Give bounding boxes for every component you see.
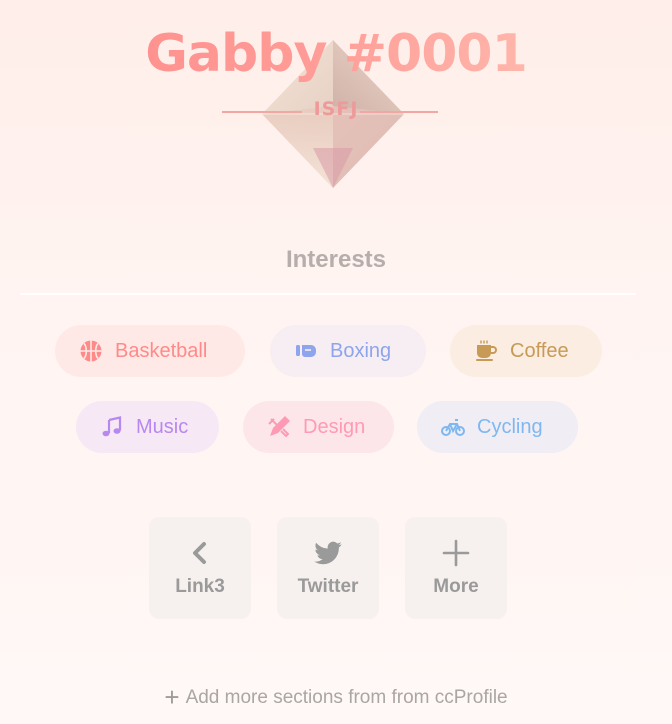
interest-label: Coffee [510, 339, 569, 362]
mbti-badge: ISFJ [313, 98, 359, 120]
profile-name: Gabby #0001 [0, 24, 672, 84]
interest-chip-basketball[interactable]: Basketball [55, 325, 245, 377]
interest-label: Basketball [115, 339, 208, 362]
interest-label: Design [303, 415, 366, 438]
profile-header: Gabby #0001 ISFJ [0, 0, 672, 210]
interest-chip-cycling[interactable]: Cycling [417, 401, 578, 453]
basketball-icon [80, 340, 102, 362]
chevron-left-icon [193, 542, 206, 564]
twitter-icon [314, 541, 342, 565]
add-more-sections-link[interactable]: + Add more sections from from ccProfile [0, 682, 672, 713]
interest-chip-design[interactable]: Design [243, 401, 394, 453]
plus-icon: + [164, 682, 180, 712]
interest-label: Boxing [330, 339, 392, 362]
design-tools-icon [268, 416, 290, 438]
link-label: More [433, 576, 479, 597]
more-button[interactable]: More [405, 517, 507, 619]
interest-chip-music[interactable]: Music [76, 401, 219, 453]
twitter-button[interactable]: Twitter [277, 517, 379, 619]
plus-icon [442, 539, 470, 567]
interest-chip-coffee[interactable]: Coffee [450, 325, 602, 377]
interests-divider [20, 293, 636, 295]
bicycle-icon [441, 419, 465, 436]
link-label: Link3 [175, 576, 225, 597]
interest-label: Cycling [477, 415, 543, 438]
interests-title: Interests [285, 246, 387, 273]
link3-button[interactable]: Link3 [149, 517, 251, 619]
interest-chip-boxing[interactable]: Boxing [270, 325, 426, 377]
add-more-label: Add more sections from from ccProfile [185, 687, 508, 708]
interest-label: Music [136, 415, 189, 438]
coffee-cup-icon [476, 340, 497, 361]
link-label: Twitter [297, 576, 359, 597]
boxing-glove-icon [296, 345, 316, 357]
music-note-icon [102, 416, 122, 437]
